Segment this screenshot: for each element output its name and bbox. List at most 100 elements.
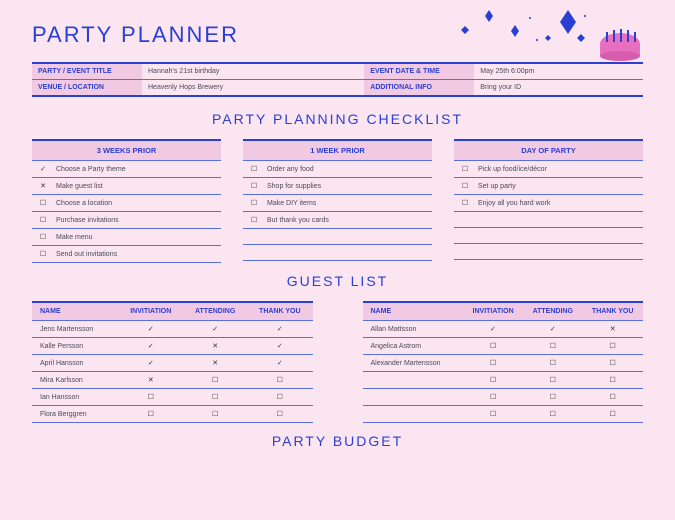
- guest-thankyou-mark[interactable]: ☐: [582, 389, 643, 406]
- checklist-item[interactable]: [243, 229, 432, 245]
- event-info-table: PARTY / EVENT TITLE Hannah's 21st birthd…: [32, 62, 643, 97]
- guest-thankyou-mark[interactable]: ✓: [247, 355, 312, 372]
- guest-thankyou-mark[interactable]: ☐: [582, 338, 643, 355]
- guest-invitation-mark[interactable]: ☐: [463, 338, 523, 355]
- checklist-item[interactable]: ☐Set up party: [454, 178, 643, 195]
- checklist-item[interactable]: ☐ Send out invitations: [32, 246, 221, 263]
- checklist-column-header: DAY OF PARTY: [454, 139, 643, 161]
- guest-invitation-mark[interactable]: ☐: [463, 389, 523, 406]
- checklist-item[interactable]: [454, 244, 643, 260]
- checkbox-icon[interactable]: ☐: [249, 216, 259, 224]
- col-invitation: INVITIATION: [463, 302, 523, 321]
- guest-row[interactable]: ☐☐☐: [363, 406, 644, 423]
- col-attending: ATTENDING: [523, 302, 582, 321]
- checklist-item-label: Make DIY items: [267, 200, 316, 207]
- guest-attending-mark[interactable]: ☐: [183, 389, 247, 406]
- guest-invitation-mark[interactable]: ☐: [463, 355, 523, 372]
- guest-attending-mark[interactable]: ✕: [183, 338, 247, 355]
- checklist-item[interactable]: [243, 245, 432, 261]
- guest-invitation-mark[interactable]: ☐: [118, 406, 183, 423]
- checklist-item[interactable]: ✕Make guest list: [32, 178, 221, 195]
- guest-row[interactable]: April Hansson✓✕✓: [32, 355, 313, 372]
- guest-row[interactable]: Ian Hansson☐☐☐: [32, 389, 313, 406]
- guest-attending-mark[interactable]: ✓: [523, 321, 582, 338]
- checklist-item[interactable]: ☐Choose a location: [32, 195, 221, 212]
- guest-thankyou-mark[interactable]: ☐: [247, 372, 312, 389]
- guest-invitation-mark[interactable]: ✓: [463, 321, 523, 338]
- guest-name: Ian Hansson: [32, 389, 118, 406]
- guest-row[interactable]: Flora Berggren☐☐☐: [32, 406, 313, 423]
- checkbox-icon[interactable]: ☐: [249, 182, 259, 190]
- checklist-column-header: 3 WEEKS PRIOR: [32, 139, 221, 161]
- guest-name: Allan Mattsson: [363, 321, 464, 338]
- guest-row[interactable]: Kalle Persson✓✕✓: [32, 338, 313, 355]
- guest-row[interactable]: Angelica Astrom☐☐☐: [363, 338, 644, 355]
- guest-attending-mark[interactable]: ☐: [523, 372, 582, 389]
- checklist-item[interactable]: ✓Choose a Party theme: [32, 161, 221, 178]
- checklist-item[interactable]: ☐Enjoy all you hard work: [454, 195, 643, 212]
- guest-invitation-mark[interactable]: ✓: [118, 355, 183, 372]
- guest-attending-mark[interactable]: ☐: [183, 406, 247, 423]
- checklist-item[interactable]: ☐Make menu: [32, 229, 221, 246]
- guest-row[interactable]: Alexander Martensson☐☐☐: [363, 355, 644, 372]
- guest-attending-mark[interactable]: ✕: [183, 355, 247, 372]
- guestlist-heading: GUEST LIST: [32, 273, 643, 289]
- guest-attending-mark[interactable]: ☐: [183, 372, 247, 389]
- guest-name: Mira Karlsson: [32, 372, 118, 389]
- guest-invitation-mark[interactable]: ✓: [118, 338, 183, 355]
- guest-attending-mark[interactable]: ☐: [523, 338, 582, 355]
- guest-attending-mark[interactable]: ☐: [523, 406, 582, 423]
- checklist-item-label: Pick up food/ice/décor: [478, 166, 547, 173]
- checkbox-icon[interactable]: ✕: [38, 182, 48, 190]
- checklist-item[interactable]: [454, 228, 643, 244]
- checklist-item[interactable]: ☐ Make DIY items: [243, 195, 432, 212]
- guest-thankyou-mark[interactable]: ✓: [247, 321, 312, 338]
- checklist-item[interactable]: ☐ Pick up food/ice/décor: [454, 161, 643, 178]
- guest-row[interactable]: Jens Martensson✓✓✓: [32, 321, 313, 338]
- guest-attending-mark[interactable]: ☐: [523, 389, 582, 406]
- guest-thankyou-mark[interactable]: ☐: [582, 372, 643, 389]
- guest-attending-mark[interactable]: ☐: [523, 355, 582, 372]
- value-additional[interactable]: Bring your ID: [474, 80, 643, 97]
- guest-invitation-mark[interactable]: ✓: [118, 321, 183, 338]
- checkbox-icon[interactable]: ☐: [460, 182, 470, 190]
- guest-name: Angelica Astrom: [363, 338, 464, 355]
- checklist-item[interactable]: ☐Shop for supplies: [243, 178, 432, 195]
- checkbox-icon[interactable]: ✓: [38, 165, 48, 173]
- guest-thankyou-mark[interactable]: ✓: [247, 338, 312, 355]
- col-thankyou: THANK YOU: [247, 302, 312, 321]
- guest-row[interactable]: ☐☐☐: [363, 372, 644, 389]
- value-party-title[interactable]: Hannah's 21st birthday: [142, 63, 364, 80]
- checklist-item-label: Send out invitations: [56, 251, 117, 258]
- checkbox-icon[interactable]: ☐: [249, 165, 259, 173]
- checkbox-icon[interactable]: ☐: [249, 199, 259, 207]
- guest-invitation-mark[interactable]: ☐: [118, 389, 183, 406]
- checkbox-icon[interactable]: ☐: [460, 199, 470, 207]
- checkbox-icon[interactable]: ☐: [460, 165, 470, 173]
- guest-attending-mark[interactable]: ✓: [183, 321, 247, 338]
- checklist-item[interactable]: ☐ Purchase invitations: [32, 212, 221, 229]
- checkbox-icon[interactable]: ☐: [38, 250, 48, 258]
- guest-thankyou-mark[interactable]: ☐: [247, 389, 312, 406]
- guest-invitation-mark[interactable]: ☐: [463, 406, 523, 423]
- guest-row[interactable]: Mira Karlsson✕☐☐: [32, 372, 313, 389]
- checkbox-icon[interactable]: ☐: [38, 233, 48, 241]
- checklist-item-label: Purchase invitations: [56, 217, 119, 224]
- guest-row[interactable]: Allan Mattsson✓✓✕: [363, 321, 644, 338]
- checklist-item[interactable]: [454, 212, 643, 228]
- guest-invitation-mark[interactable]: ☐: [463, 372, 523, 389]
- value-event-date[interactable]: May 25th 6:00pm: [474, 63, 643, 80]
- guest-thankyou-mark[interactable]: ☐: [582, 355, 643, 372]
- guest-thankyou-mark[interactable]: ☐: [247, 406, 312, 423]
- value-venue[interactable]: Heavenly Hops Brewery: [142, 80, 364, 97]
- checkbox-icon[interactable]: ☐: [38, 199, 48, 207]
- checklist-item[interactable]: ☐But thank you cards: [243, 212, 432, 229]
- guest-row[interactable]: ☐☐☐: [363, 389, 644, 406]
- guest-thankyou-mark[interactable]: ☐: [582, 406, 643, 423]
- checklist-heading: PARTY PLANNING CHECKLIST: [32, 111, 643, 127]
- guest-thankyou-mark[interactable]: ✕: [582, 321, 643, 338]
- checkbox-icon[interactable]: ☐: [38, 216, 48, 224]
- guest-name: [363, 389, 464, 406]
- checklist-item[interactable]: ☐Order any food: [243, 161, 432, 178]
- guest-invitation-mark[interactable]: ✕: [118, 372, 183, 389]
